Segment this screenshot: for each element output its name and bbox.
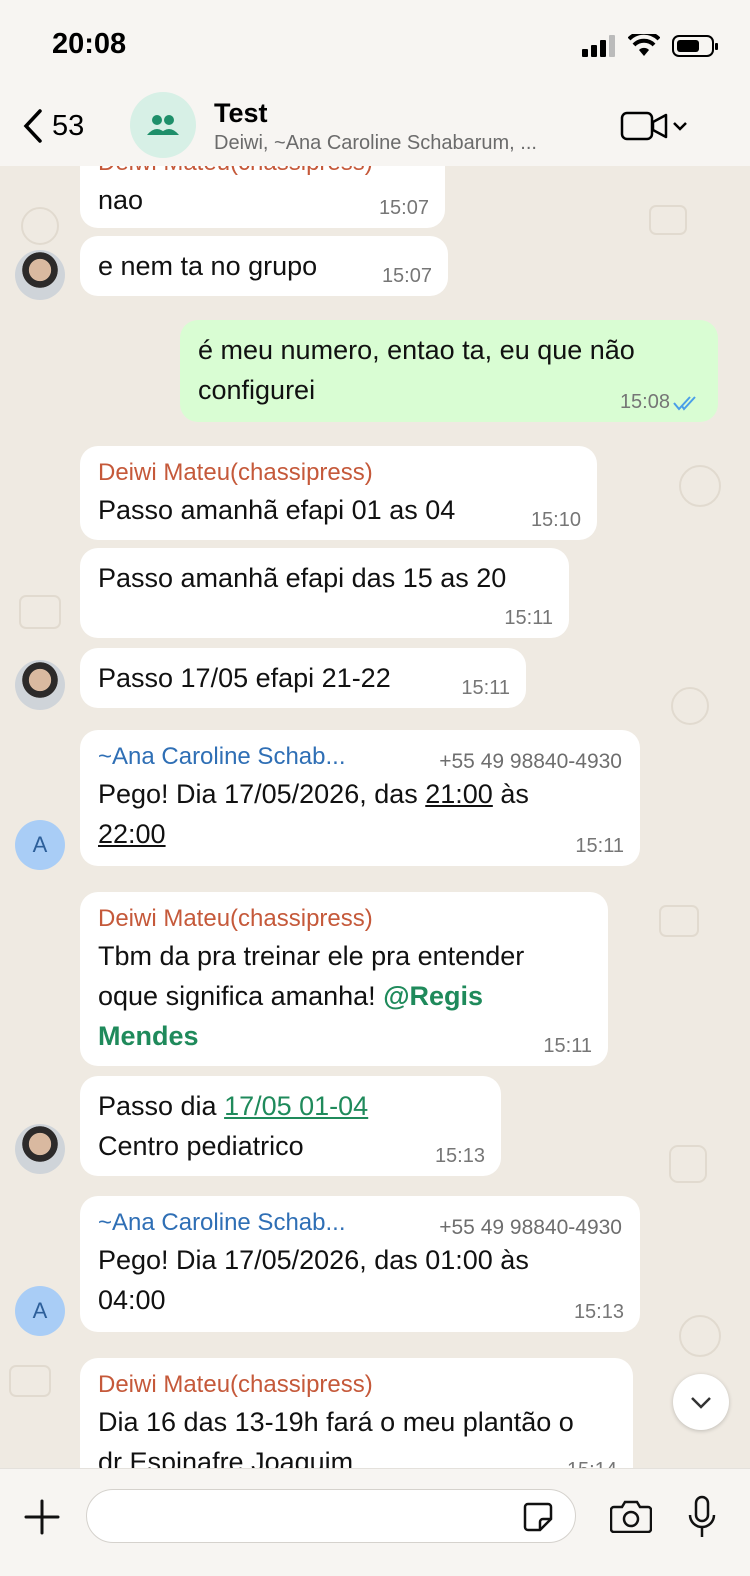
read-receipt-icon <box>673 396 696 411</box>
message-input[interactable] <box>86 1489 576 1543</box>
message-bubble[interactable]: e nem ta no grupo 15:07 <box>80 236 448 296</box>
message-bubble[interactable]: Passo 17/05 efapi 21-22 15:11 <box>80 648 526 708</box>
battery-icon <box>672 35 718 57</box>
chevron-down-icon <box>691 1397 711 1409</box>
message-text: Pego! Dia 17/05/2026, das 21:00 às 22:00 <box>98 779 529 849</box>
sender-avatar-initial[interactable]: A <box>15 820 65 870</box>
sender-avatar[interactable] <box>15 660 65 710</box>
message-sender: Deiwi Mateu(chassipress) <box>98 905 373 932</box>
chat-header: 53 Test Deiwi, ~Ana Caroline Schabarum, … <box>0 88 750 167</box>
message-time: 15:14 <box>567 1458 617 1468</box>
message-time: 15:11 <box>461 677 510 699</box>
message-time: 15:07 <box>381 265 432 287</box>
status-bar: 20:08 <box>0 0 750 88</box>
message-text: Passo dia 17/05 01-04 Centro pediatrico <box>98 1091 369 1161</box>
sender-phone[interactable]: +55 49 98840-4930 <box>439 1208 622 1248</box>
message-sender: Deiwi Mateu(chassipress) <box>98 459 373 486</box>
message-time: 15:13 <box>573 1301 624 1323</box>
message-time: 15:13 <box>434 1145 485 1167</box>
message-time: 15:11 <box>543 1035 592 1057</box>
message-text: Pego! Dia 17/05/2026, das 01:00 às 04:00 <box>98 1245 529 1315</box>
message-text: Passo amanhã efapi 01 as 04 <box>98 495 456 525</box>
time-link[interactable]: 22:00 <box>98 819 166 849</box>
message-bubble[interactable]: ~Ana Caroline Schab... +55 49 98840-4930… <box>80 1196 640 1332</box>
status-icons <box>582 34 720 58</box>
back-button[interactable]: 53 <box>22 108 84 144</box>
signal-icon <box>582 35 615 57</box>
status-time: 20:08 <box>52 28 127 60</box>
message-sender: Deiwi Mateu(chassipress) <box>98 1371 373 1398</box>
message-bubble[interactable]: Passo amanhã efapi das 15 as 20 15:11 <box>80 548 569 638</box>
message-bubble[interactable]: Deiwi Mateu(chassipress) Dia 16 das 13-1… <box>80 1358 633 1468</box>
chevron-down-icon <box>673 122 687 131</box>
video-call-button[interactable] <box>620 110 688 142</box>
chevron-left-icon <box>23 109 42 143</box>
sender-avatar[interactable] <box>15 1124 65 1174</box>
message-text: Passo 17/05 efapi 21-22 <box>98 663 391 693</box>
sender-avatar-initial[interactable]: A <box>15 1286 65 1336</box>
message-text: Passo amanhã efapi das 15 as 20 <box>98 563 507 593</box>
message-bubble-outgoing[interactable]: é meu numero, entao ta, eu que não confi… <box>180 320 718 422</box>
date-link[interactable]: 17/05 01-04 <box>224 1091 368 1121</box>
message-bubble[interactable]: Deiwi Mateu(chassipress) Passo amanhã ef… <box>80 446 597 540</box>
message-bubble[interactable]: Deiwi Mateu(chassipress) nao 15:07 <box>80 166 445 228</box>
message-bubble[interactable]: Deiwi Mateu(chassipress) Tbm da pra trei… <box>80 892 608 1066</box>
microphone-icon[interactable] <box>686 1495 718 1539</box>
message-text: Dia 16 das 13-19h fará o meu plantão o d… <box>98 1407 574 1468</box>
message-time: 15:07 <box>378 197 429 219</box>
unread-count: 53 <box>52 109 85 142</box>
video-camera-icon <box>620 111 668 141</box>
message-time: 15:11 <box>575 835 624 857</box>
sender-avatar[interactable] <box>15 250 65 300</box>
message-bubble[interactable]: ~Ana Caroline Schab... +55 49 98840-4930… <box>80 730 640 866</box>
sticker-icon[interactable] <box>522 1501 554 1533</box>
sender-phone[interactable]: +55 49 98840-4930 <box>439 742 622 782</box>
message-text: nao <box>98 185 144 215</box>
time-link[interactable]: 21:00 <box>425 779 493 809</box>
message-sender: Deiwi Mateu(chassipress) <box>98 166 427 180</box>
chat-title[interactable]: Test <box>214 98 268 129</box>
message-bubble[interactable]: Passo dia 17/05 01-04 Centro pediatrico … <box>80 1076 501 1176</box>
camera-icon[interactable] <box>610 1499 652 1533</box>
compose-bar <box>0 1468 750 1576</box>
chat-subtitle[interactable]: Deiwi, ~Ana Caroline Schabarum, ... <box>214 132 537 155</box>
message-text: Tbm da pra treinar ele pra entender oque… <box>98 941 525 1051</box>
scroll-to-bottom-button[interactable] <box>673 1374 729 1430</box>
plus-icon[interactable] <box>22 1497 62 1537</box>
message-time: 15:10 <box>530 509 581 531</box>
group-avatar[interactable] <box>130 92 196 158</box>
chat-area[interactable]: Deiwi Mateu(chassipress) nao 15:07 e nem… <box>0 166 750 1468</box>
wifi-icon <box>628 34 660 56</box>
message-time: 15:08 <box>619 391 670 413</box>
message-time: 15:11 <box>504 607 553 629</box>
group-icon <box>147 115 179 135</box>
message-text: e nem ta no grupo <box>98 251 318 281</box>
